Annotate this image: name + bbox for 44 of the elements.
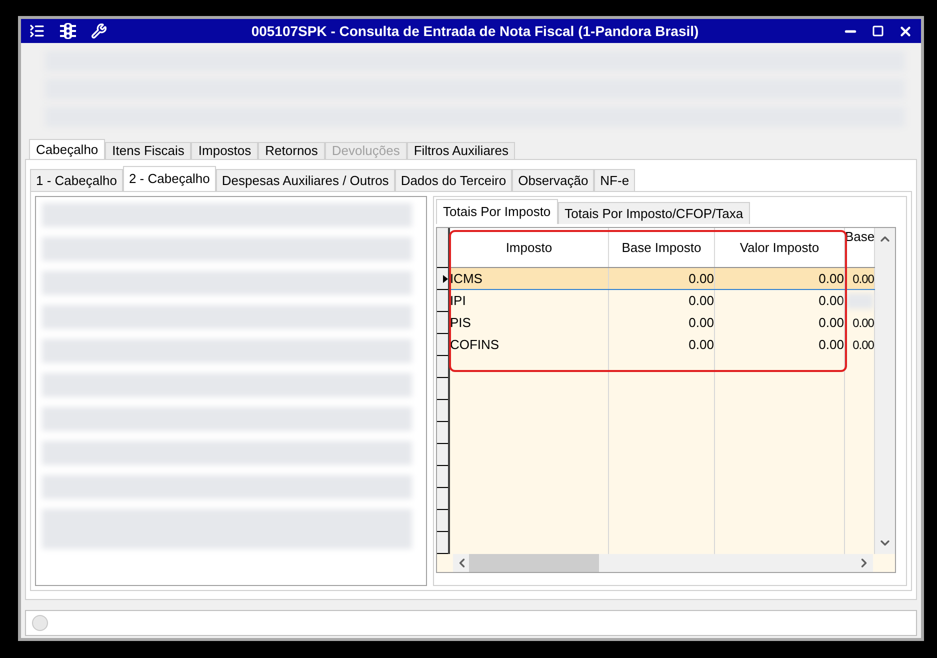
- tab[interactable]: Dados do Terceiro: [394, 169, 512, 191]
- tab[interactable]: Cabeçalho: [29, 139, 106, 159]
- table-cell-text: COFINS: [450, 337, 500, 353]
- column-header[interactable]: Base Imposto: [608, 228, 715, 267]
- table-cell-text: 0.00: [852, 315, 874, 331]
- table-cell-text: 0.00: [688, 293, 714, 309]
- vertical-scrollbar[interactable]: [874, 228, 895, 554]
- tab[interactable]: Impostos: [191, 142, 258, 159]
- table-cell-text: 0.00: [818, 337, 844, 353]
- tab[interactable]: Despesas Auxiliares / Outros: [216, 169, 395, 191]
- table-cell-text: ICMS: [450, 270, 484, 286]
- tab[interactable]: 1 - Cabeçalho: [30, 169, 123, 191]
- tab[interactable]: Observação: [512, 169, 594, 191]
- close-icon[interactable]: [898, 24, 913, 38]
- column-header[interactable]: Imposto: [450, 228, 609, 267]
- window-title: 005107SPK - Consulta de Entrada de Nota Fiscal (1-Pandora Brasil): [250, 22, 700, 41]
- status-indicator-icon: [32, 615, 48, 631]
- tab[interactable]: Totais Por Imposto: [436, 199, 558, 224]
- menu-icon[interactable]: [29, 23, 45, 39]
- tab[interactable]: Itens Fiscais: [105, 142, 192, 159]
- maximize-icon[interactable]: [872, 25, 884, 37]
- tab[interactable]: Totais Por Imposto/CFOP/Taxa: [558, 202, 750, 224]
- tab[interactable]: Retornos: [258, 142, 325, 159]
- table-cell-text: 0.00: [818, 315, 844, 331]
- traffic-light-icon[interactable]: [59, 22, 77, 40]
- settings-icon[interactable]: [91, 23, 107, 39]
- table-cell-text: 0.00: [688, 315, 714, 331]
- table-row[interactable]: ICMS 0.00 0.00 0.00: [450, 268, 875, 290]
- tab[interactable]: NF-e: [594, 169, 636, 191]
- table-row[interactable]: IPI 0.00 0.00: [450, 290, 875, 312]
- column-header[interactable]: Valor Imposto: [714, 228, 845, 267]
- table-cell-text: 0.00: [852, 270, 874, 286]
- table-cell-text: 0.00: [818, 270, 844, 286]
- table-cell-text: IPI: [450, 293, 467, 309]
- tab[interactable]: 2 - Cabeçalho: [122, 166, 216, 191]
- table-cell-text: 0.00: [688, 270, 714, 286]
- scroll-thumb[interactable]: [469, 554, 599, 572]
- table-cell-text: PIS: [450, 315, 472, 331]
- table-cell-text: 0.00: [688, 337, 714, 353]
- table-cell-text: 0.00: [818, 293, 844, 309]
- tab[interactable]: Filtros Auxiliares: [406, 142, 516, 159]
- horizontal-scrollbar[interactable]: [453, 554, 873, 572]
- blurred-area: [844, 293, 874, 309]
- table-cell-text: 0.00: [852, 337, 874, 353]
